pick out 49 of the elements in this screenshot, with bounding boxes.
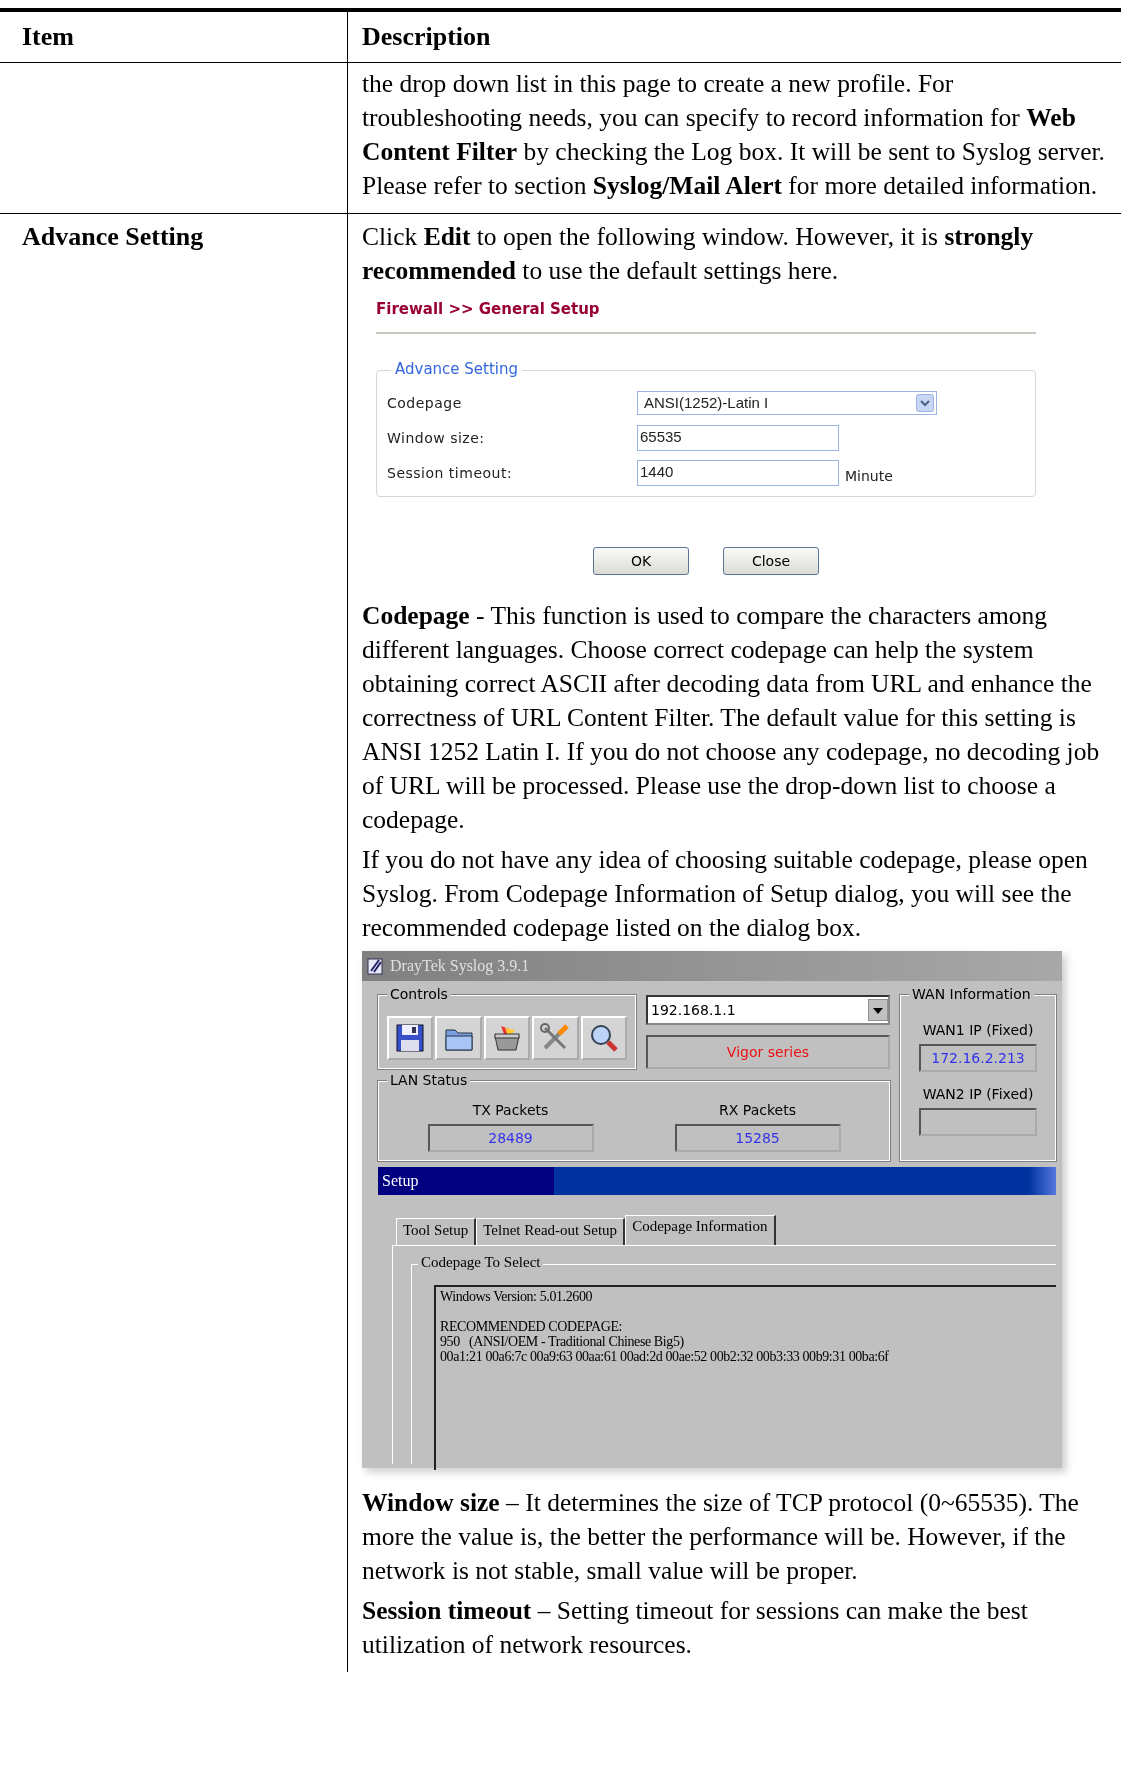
column-header: Item xyxy=(22,22,74,52)
packet-count: 28489 xyxy=(427,1124,594,1152)
group-title: WAN Information xyxy=(909,986,1034,1002)
tab[interactable]: Codepage Information xyxy=(625,1215,776,1245)
group-title: Codepage To Select xyxy=(418,1254,544,1271)
dropdown-arrow-icon xyxy=(868,999,888,1021)
text-line: RECOMMENDED CODEPAGE: xyxy=(440,1319,624,1334)
packets-label: TX Packets xyxy=(472,1102,549,1118)
description-paragraph: Codepage - This function is used to compare the characters among different languages. Choose correct codepage can help the system obtaining correct ASCII after decoding data from URL and enhance the correctness of URL Content Filter. The default value for this setting is ANSI 1252 Latin I. If you do not choose any codepage, no decoding job of URL will be processed. Please use the drop-down list to choose a codepage. xyxy=(362,600,1101,836)
item-name: Advance Setting xyxy=(22,222,204,251)
wan-ip-label: WAN2 IP (Fixed) xyxy=(922,1086,1034,1102)
description-paragraph: Click Edit to open the following window. However, it is strongly recommended to use the default settings here. xyxy=(362,221,1035,287)
app-icon xyxy=(366,956,386,976)
text-line: 00a1:21 00a6:7c 00a9:63 00aa:61 00ad:2d 00ae:52 00b2:32 00b3:33 00b9:31 00ba:6f xyxy=(440,1349,890,1364)
group-title: Controls xyxy=(387,986,451,1002)
group-title: Advance Setting xyxy=(391,360,523,378)
packets-label: RX Packets xyxy=(719,1102,796,1118)
tray-button[interactable] xyxy=(483,1016,531,1060)
input-field[interactable]: 1440 xyxy=(637,459,839,486)
description-paragraph: the drop down list in this page to create a new profile. For troubleshooting needs, you can specify to record information for Web Content Filter by checking the Log box. It will be sent to Syslog server. Please refer to section Syslog/Mail Alert for more detailed information. xyxy=(362,68,1106,202)
dialog-button[interactable]: OK xyxy=(593,547,689,575)
field-label: Window size: xyxy=(387,429,486,446)
page-title: Firewall >> General Setup xyxy=(376,300,601,318)
text-line: Windows Version: 5.01.2600 xyxy=(440,1289,594,1304)
wan-ip-label: WAN1 IP (Fixed) xyxy=(922,1022,1034,1038)
save-button[interactable] xyxy=(387,1016,434,1060)
wan-ip-display: 172.16.2.213 xyxy=(919,1044,1037,1072)
description-paragraph: If you do not have any idea of choosing suitable codepage, please open Syslog. From Codepage Information of Setup dialog, you will see the recommended codepage listed on the dialog box. xyxy=(362,844,1089,944)
panel-title: Setup xyxy=(382,1172,419,1190)
codepage-dropdown[interactable]: ANSI(1252)-Latin I xyxy=(637,390,937,415)
router-ip-dropdown[interactable]: 192.168.1.1 xyxy=(646,995,890,1025)
dialog-button[interactable]: Close xyxy=(723,547,819,575)
description-paragraph: Session timeout – Setting timeout for sessions can make the best utilization of network resources. xyxy=(362,1595,1029,1661)
window-title: DrayTek Syslog 3.9.1 xyxy=(390,957,530,975)
column-header: Description xyxy=(362,22,491,52)
text-line: 950 (ANSI/OEM - Traditional Chinese Big5) xyxy=(440,1334,685,1349)
input-field[interactable]: 65535 xyxy=(637,424,839,451)
tab[interactable]: Tool Setup xyxy=(396,1218,477,1245)
search-button[interactable] xyxy=(580,1016,628,1060)
description-paragraph: Window size – It determines the size of TCP protocol (0~65535). The more the value is, the better the performance will be. However, if the network is not stable, small value will be proper. xyxy=(362,1487,1080,1587)
tab[interactable]: Telnet Read-out Setup xyxy=(476,1218,626,1245)
tools-button[interactable] xyxy=(532,1016,579,1060)
model-display: Vigor series xyxy=(646,1035,890,1069)
open-folder-button[interactable] xyxy=(435,1016,482,1060)
unit-label: Minute xyxy=(845,467,893,484)
field-label: Session timeout: xyxy=(387,464,514,481)
packet-count: 15285 xyxy=(674,1124,841,1152)
field-label: Codepage xyxy=(387,394,463,411)
group-title: LAN Status xyxy=(387,1072,471,1088)
